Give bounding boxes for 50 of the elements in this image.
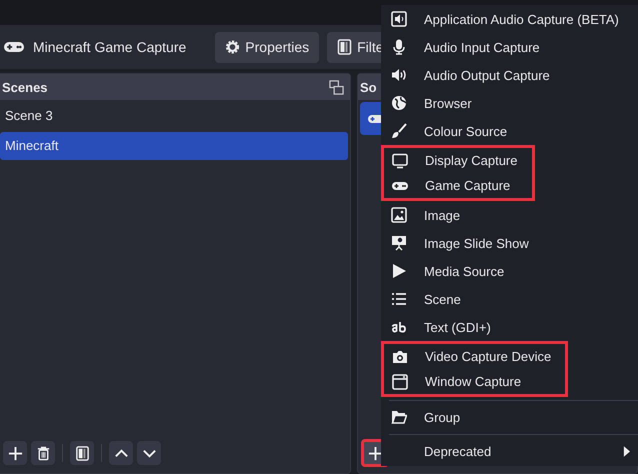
globe-icon	[391, 95, 407, 111]
remove-button[interactable]	[31, 441, 55, 465]
menu-item[interactable]: Application Audio Capture (BETA)	[383, 5, 638, 33]
filters-button[interactable]	[70, 441, 94, 465]
list-item[interactable]: Minecraft	[0, 132, 348, 160]
filter-icon	[74, 446, 90, 460]
gamepad-icon	[4, 42, 24, 52]
panel-title: So	[360, 80, 377, 94]
list-icon	[391, 291, 407, 307]
menu-item[interactable]: Media Source	[383, 257, 638, 285]
menu-item[interactable]: Scene	[383, 285, 638, 313]
trash-icon	[36, 446, 50, 460]
play-icon	[391, 263, 407, 279]
menu-item[interactable]: Audio Output Capture	[383, 61, 638, 89]
panel-title: Scenes	[2, 80, 48, 94]
move-up-button[interactable]	[109, 441, 133, 465]
source-name: Minecraft Game Capture	[33, 39, 186, 55]
menu-item[interactable]: Display Capture	[384, 148, 518, 173]
text-icon	[391, 319, 407, 335]
submenu-arrow-icon	[623, 446, 630, 456]
menu-item[interactable]: Window Capture	[384, 369, 552, 394]
plus-icon	[8, 446, 22, 460]
menu-item[interactable]: Video Capture Device	[384, 344, 552, 369]
menu-item[interactable]: Game Capture	[384, 173, 518, 198]
window-icon	[392, 374, 408, 390]
properties-button[interactable]: Properties	[215, 32, 320, 62]
brush-icon	[391, 123, 407, 139]
menu-item[interactable]: Group	[389, 403, 638, 431]
menu-item[interactable]: Browser	[383, 89, 638, 117]
plus-icon	[368, 446, 382, 460]
menu-item[interactable]: Text (GDI+)	[383, 313, 638, 341]
add-button[interactable]	[3, 441, 27, 465]
list-item[interactable]: Scene 3	[0, 102, 348, 130]
menu-item[interactable]: Deprecated	[389, 437, 638, 465]
menu-item[interactable]: Image Slide Show	[383, 229, 638, 257]
menu-item[interactable]: Colour Source	[383, 117, 638, 145]
move-down-button[interactable]	[137, 441, 161, 465]
undock-icon[interactable]	[329, 80, 344, 94]
speaker-box-icon	[391, 11, 407, 27]
folder-icon	[391, 409, 407, 425]
filter-icon	[337, 39, 352, 55]
menu-item[interactable]: Image	[383, 201, 638, 229]
camera-icon	[392, 348, 408, 364]
image-icon	[391, 207, 407, 223]
gear-icon	[225, 39, 240, 55]
gamepad-icon	[392, 182, 408, 190]
easel-icon	[391, 235, 407, 251]
microphone-icon	[391, 39, 407, 55]
speaker-icon	[391, 67, 407, 83]
monitor-icon	[392, 152, 408, 168]
